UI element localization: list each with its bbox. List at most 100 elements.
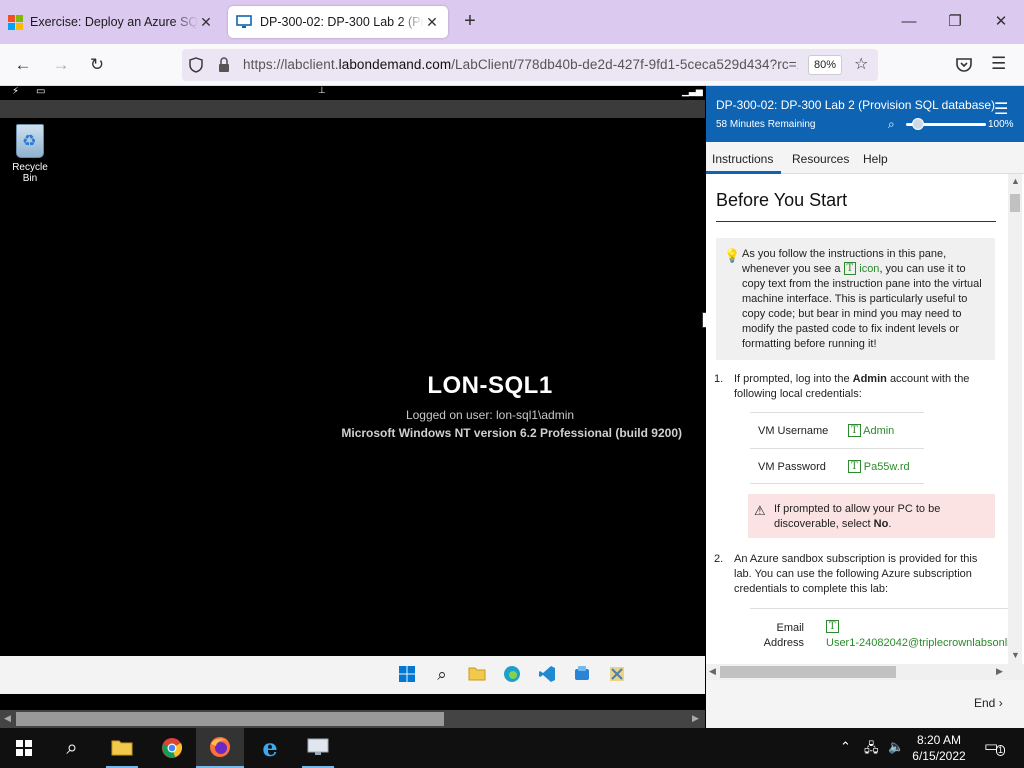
vm-horizontal-scrollbar[interactable]: ◀ ▶	[0, 710, 705, 728]
chevron-right-icon: ›	[998, 696, 1003, 710]
warning-icon: ⚠	[754, 503, 766, 518]
bookmark-star-icon[interactable]: ☆	[854, 54, 868, 74]
credential-row: VM Username T Admin	[750, 412, 924, 448]
type-text-icon[interactable]: T	[848, 460, 861, 473]
vm-header-band	[0, 100, 705, 118]
step-text: An Azure sandbox subscription is provide…	[734, 553, 978, 595]
maximize-button[interactable]: ❐	[932, 10, 978, 34]
new-tab-button[interactable]: +	[458, 10, 482, 34]
pane-horizontal-scrollbar[interactable]: ◀ ▶	[706, 664, 1024, 680]
zoom-slider-knob[interactable]	[912, 118, 924, 130]
hamburger-menu-icon[interactable]: ☰	[994, 99, 1008, 119]
credential-value[interactable]: T Admin	[848, 424, 894, 437]
forward-button[interactable]: →	[48, 53, 74, 77]
address-bar[interactable]: https://labclient.labondemand.com/LabCli…	[182, 49, 878, 81]
lock-icon[interactable]	[218, 57, 230, 73]
windows-start-icon[interactable]	[397, 665, 417, 685]
password-value[interactable]: Pa55w.rd	[864, 461, 910, 473]
scroll-left-icon[interactable]: ◀	[709, 666, 716, 677]
tab-lab[interactable]: DP-300-02: DP-300 Lab 2 (Provision SQL d…	[228, 6, 448, 38]
tab-title: Exercise: Deploy an Azure SQL Database	[30, 15, 198, 29]
email-credential-row: Email Address T User1-24082042@triplecro…	[750, 608, 1008, 664]
search-icon[interactable]: ⌕	[432, 665, 452, 685]
close-icon[interactable]: ✕	[424, 14, 440, 31]
zoom-slider[interactable]	[906, 118, 986, 130]
start-button[interactable]	[0, 728, 48, 768]
tab-exercise[interactable]: Exercise: Deploy an Azure SQL Database ✕	[0, 6, 222, 38]
vm-taskbar: ⌕	[0, 656, 705, 694]
scroll-up-icon[interactable]: ▲	[1011, 176, 1020, 186]
url-text: https://labclient.labondemand.com/LabCli…	[243, 57, 798, 72]
azure-data-studio-icon[interactable]	[572, 665, 592, 685]
remote-desktop-icon[interactable]	[294, 728, 342, 768]
clock-time: 8:20 AM	[916, 733, 962, 747]
monitor-icon	[236, 15, 252, 28]
tab-help[interactable]: Help	[863, 152, 888, 166]
reload-button[interactable]: ↻	[84, 53, 110, 77]
volume-icon[interactable]: 🔈	[888, 739, 904, 755]
internet-explorer-icon[interactable]: e	[246, 728, 294, 768]
warning-text-part: .	[888, 518, 892, 530]
ssms-icon[interactable]	[607, 665, 627, 685]
desktop-icon-label: Recycle Bin	[12, 162, 48, 184]
notification-center-icon[interactable]: ▭ 1	[984, 737, 1006, 757]
vm-scroll-thumb[interactable]	[16, 712, 444, 726]
search-icon[interactable]: ⌕	[48, 728, 96, 768]
pocket-icon[interactable]	[955, 57, 973, 73]
warning-box: ⚠ If prompted to allow your PC to be dis…	[748, 494, 995, 538]
shield-icon[interactable]	[189, 57, 203, 73]
network-icon[interactable]: 🖧	[864, 739, 879, 761]
menu-icon[interactable]: ☰	[991, 54, 1006, 74]
warning-text-part: If prompted to allow your PC to be disco…	[774, 503, 941, 530]
back-button[interactable]: ←	[10, 53, 36, 77]
close-window-button[interactable]: ✕	[978, 10, 1024, 34]
url-prefix: https://labclient.	[243, 57, 339, 72]
scroll-right-icon[interactable]: ▶	[996, 666, 1003, 677]
close-icon[interactable]: ✕	[198, 14, 214, 31]
warning-text: If prompted to allow your PC to be disco…	[774, 502, 988, 532]
username-value[interactable]: Admin	[863, 425, 894, 437]
edge-icon[interactable]	[502, 665, 522, 685]
tab-resources[interactable]: Resources	[792, 152, 849, 166]
credential-value[interactable]: T User1-24082042@triplecrownlabsonline.o…	[826, 619, 1008, 651]
chrome-icon[interactable]	[148, 728, 196, 768]
file-explorer-icon[interactable]	[467, 665, 487, 685]
step-2: 2. An Azure sandbox subscription is prov…	[714, 552, 996, 597]
minimize-button[interactable]: —	[886, 10, 932, 34]
type-text-icon[interactable]: T	[826, 620, 839, 633]
pane-hscroll-thumb[interactable]	[720, 666, 896, 678]
monitor-icon[interactable]: ▭	[36, 86, 45, 97]
scroll-left-icon[interactable]: ◀	[4, 713, 11, 724]
zoom-search-icon[interactable]: ⌕	[888, 117, 895, 132]
clock[interactable]: 8:20 AM 6/15/2022	[906, 732, 972, 764]
credential-label: VM Username	[758, 425, 829, 437]
end-button[interactable]: End ›	[974, 696, 1003, 710]
tip-text: As you follow the instructions in this p…	[742, 247, 988, 352]
chevron-up-icon[interactable]: ⌃	[840, 739, 851, 755]
scroll-down-icon[interactable]: ▼	[1011, 650, 1020, 660]
clock-date: 6/15/2022	[912, 749, 966, 763]
tab-instructions[interactable]: Instructions	[712, 152, 773, 166]
end-label: End	[974, 696, 996, 710]
zoom-indicator[interactable]: 80%	[808, 55, 842, 75]
pin-icon[interactable]: ⊥	[318, 85, 326, 96]
title-divider	[716, 221, 996, 222]
pane-zoom-level: 100%	[988, 119, 1014, 130]
lab-instructions-pane: DP-300-02: DP-300 Lab 2 (Provision SQL d…	[706, 86, 1024, 728]
pane-scroll-thumb[interactable]	[1010, 194, 1020, 212]
vscode-icon[interactable]	[537, 665, 557, 685]
tip-box: 💡 As you follow the instructions in this…	[716, 238, 995, 360]
warning-text-bold: No	[873, 518, 889, 530]
email-value[interactable]: User1-24082042@triplecrownlabsonline.onm…	[826, 637, 1008, 649]
lightning-icon[interactable]: ⚡	[12, 86, 19, 97]
windows-taskbar: ⌕ e ⌃ 🖧 🔈 8:20 AM 6/15/2022 ▭ 1	[0, 728, 1024, 768]
scroll-right-icon[interactable]: ▶	[692, 713, 699, 724]
page-title: Before You Start	[716, 190, 848, 210]
vm-display[interactable]: ⚡ ▭ ⊥ ▁▃▅ Recycle Bin LON-SQL1 Logged on…	[0, 85, 705, 728]
recycle-bin-icon[interactable]: Recycle Bin	[4, 124, 56, 184]
pane-vertical-scrollbar[interactable]: ▲ ▼	[1008, 174, 1022, 664]
credential-value[interactable]: T Pa55w.rd	[848, 460, 910, 473]
firefox-icon[interactable]	[196, 728, 244, 768]
type-text-icon[interactable]: T	[848, 424, 861, 437]
file-explorer-icon[interactable]	[98, 728, 146, 768]
